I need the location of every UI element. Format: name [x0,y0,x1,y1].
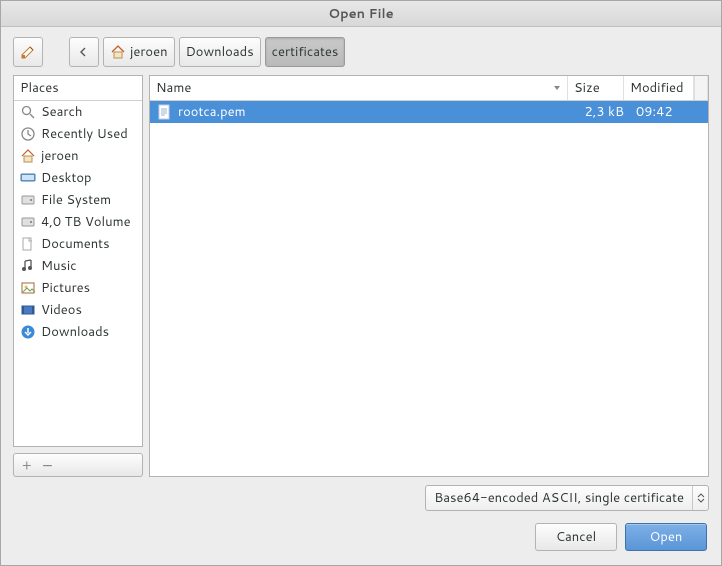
scrollbar-header-space [694,76,708,100]
places-item-downloads[interactable]: Downloads [14,321,142,343]
column-size[interactable]: Size [568,76,624,100]
file-type-filter[interactable]: Base64-encoded ASCII, single certificate [425,485,709,511]
breadcrumb-item-0[interactable]: Downloads [179,37,261,67]
places-item-music[interactable]: Music [14,255,142,277]
breadcrumb-item-1[interactable]: certificates [265,37,346,67]
file-icon [156,104,172,120]
path-toolbar: jeroen Downloads certificates [1,27,721,75]
videos-icon [20,302,36,318]
recent-icon [20,126,36,142]
home-icon [110,44,126,60]
open-button[interactable]: Open [625,523,707,551]
places-item-desktop[interactable]: Desktop [14,167,142,189]
desktop-icon [20,170,36,186]
remove-icon: − [42,455,54,475]
downloads-icon [20,324,36,340]
edit-path-button[interactable] [13,37,43,67]
file-name: rootca.pem [178,103,246,121]
chevron-left-icon [79,47,89,57]
places-item-recent[interactable]: Recently Used [14,123,142,145]
window-title: Open File [328,5,393,23]
places-item-home[interactable]: jeroen [14,145,142,167]
pencil-icon [20,44,36,60]
file-row[interactable]: rootca.pem 2,3 kB 09:42 [150,101,708,123]
filter-row: Base64-encoded ASCII, single certificate [1,477,721,511]
window-titlebar: Open File [1,1,721,27]
file-dialog: Open File jeroen Downloads certificates [0,0,722,566]
disk-icon [20,214,36,230]
places-item-pictures[interactable]: Pictures [14,277,142,299]
breadcrumb-home-label: jeroen [130,43,168,61]
cancel-button[interactable]: Cancel [535,523,617,551]
places-item-documents[interactable]: Documents [14,233,142,255]
column-headers: Name Size Modified [150,76,708,101]
file-panel: Name Size Modified rootca.pem 2,3 kB [149,75,709,477]
sort-desc-icon [553,84,561,92]
places-panel: Places Search Recently Used jeroen Deskt… [13,75,143,477]
file-listbox: Name Size Modified rootca.pem 2,3 kB [149,75,709,477]
file-size: 2,3 kB [574,103,630,121]
places-item-filesystem[interactable]: File System [14,189,142,211]
music-icon [20,258,36,274]
main-content: Places Search Recently Used jeroen Deskt… [1,75,721,477]
pictures-icon [20,280,36,296]
spinner-icon [692,486,708,510]
column-modified[interactable]: Modified [624,76,694,100]
path-back-button[interactable] [69,37,99,67]
places-header: Places [14,76,142,101]
places-item-search[interactable]: Search [14,101,142,123]
places-item-volume[interactable]: 4,0 TB Volume [14,211,142,233]
file-modified: 09:42 [630,103,700,121]
column-name[interactable]: Name [150,76,568,100]
folder-icon [20,236,36,252]
home-icon [20,148,36,164]
places-add-remove[interactable]: + − [13,453,143,477]
dialog-buttons: Cancel Open [1,511,721,565]
disk-icon [20,192,36,208]
file-rows[interactable]: rootca.pem 2,3 kB 09:42 [150,101,708,476]
places-item-videos[interactable]: Videos [14,299,142,321]
places-list: Places Search Recently Used jeroen Deskt… [13,75,143,447]
breadcrumb-home[interactable]: jeroen [103,37,175,67]
add-icon: + [22,455,32,475]
search-icon [20,104,36,120]
